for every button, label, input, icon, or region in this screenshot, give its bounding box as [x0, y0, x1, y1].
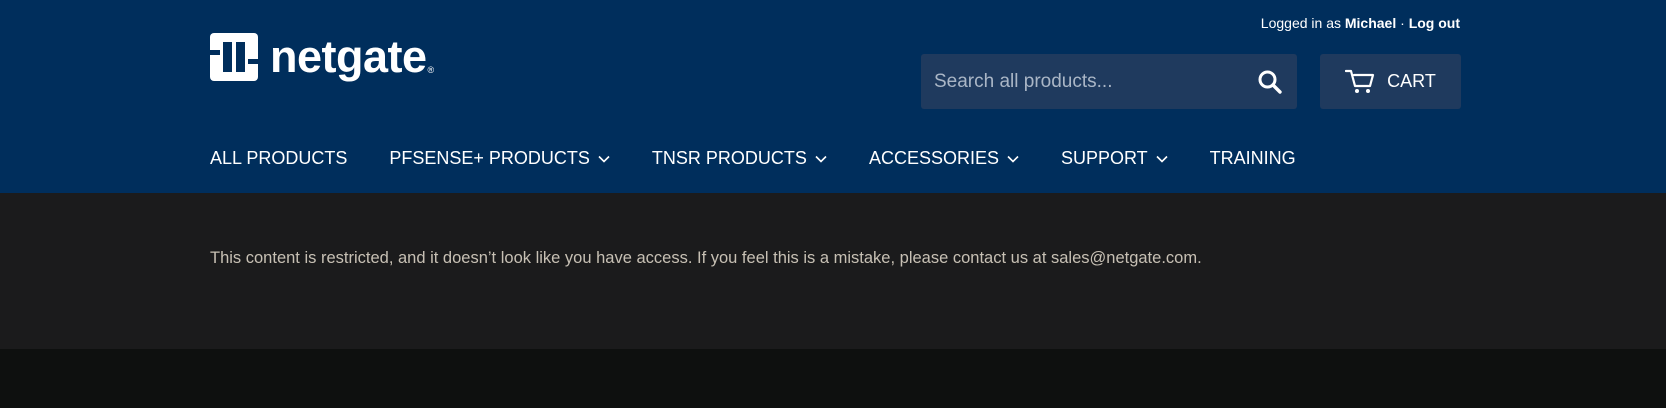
nav-item-label: SUPPORT — [1060, 148, 1148, 168]
logout-link[interactable]: Log out — [1409, 15, 1460, 31]
account-separator: · — [1400, 15, 1405, 31]
nav-item-label: PFSENSE+ PRODUCTS — [389, 148, 590, 168]
cart-icon — [1345, 69, 1375, 93]
search-form — [921, 54, 1297, 109]
main-nav: ALL PRODUCTS PFSENSE+ PRODUCTS TNSR PROD… — [210, 148, 1338, 169]
nav-support[interactable]: SUPPORT — [1061, 148, 1168, 169]
site-logo[interactable]: netgate ® — [210, 33, 434, 81]
logged-in-label: Logged in as — [1260, 15, 1341, 31]
nav-pfsense-products[interactable]: PFSENSE+ PRODUCTS — [389, 148, 610, 169]
nav-accessories[interactable]: ACCESSORIES — [869, 148, 1019, 169]
restricted-message: This content is restricted, and it doesn… — [210, 248, 1202, 267]
chevron-down-icon — [1007, 155, 1019, 163]
nav-tnsr-products[interactable]: TNSR PRODUCTS — [652, 148, 827, 169]
account-username: Michael — [1344, 15, 1397, 31]
netgate-logo-icon — [210, 33, 258, 81]
cart-label: CART — [1387, 71, 1436, 91]
nav-item-label: ACCESSORIES — [868, 148, 999, 168]
nav-all-products[interactable]: ALL PRODUCTS — [210, 148, 347, 169]
search-icon — [1258, 70, 1282, 94]
chevron-down-icon — [1156, 155, 1168, 163]
search-button[interactable] — [1243, 54, 1297, 109]
chevron-down-icon — [815, 155, 827, 163]
search-input[interactable] — [921, 54, 1243, 109]
cart-button[interactable]: CART — [1320, 54, 1461, 109]
registered-mark: ® — [427, 65, 435, 75]
chevron-down-icon — [598, 155, 610, 163]
nav-item-label: ALL PRODUCTS — [210, 148, 348, 168]
brand-name: netgate — [270, 31, 427, 82]
nav-item-label: TRAINING — [1209, 148, 1296, 168]
account-bar: Logged in as Michael · Log out — [1261, 15, 1460, 31]
nav-training[interactable]: TRAINING — [1210, 148, 1296, 169]
site-header: Logged in as Michael · Log out netgate ® — [0, 0, 1666, 193]
nav-item-label: TNSR PRODUCTS — [651, 148, 807, 168]
main-content: This content is restricted, and it doesn… — [0, 193, 1666, 349]
